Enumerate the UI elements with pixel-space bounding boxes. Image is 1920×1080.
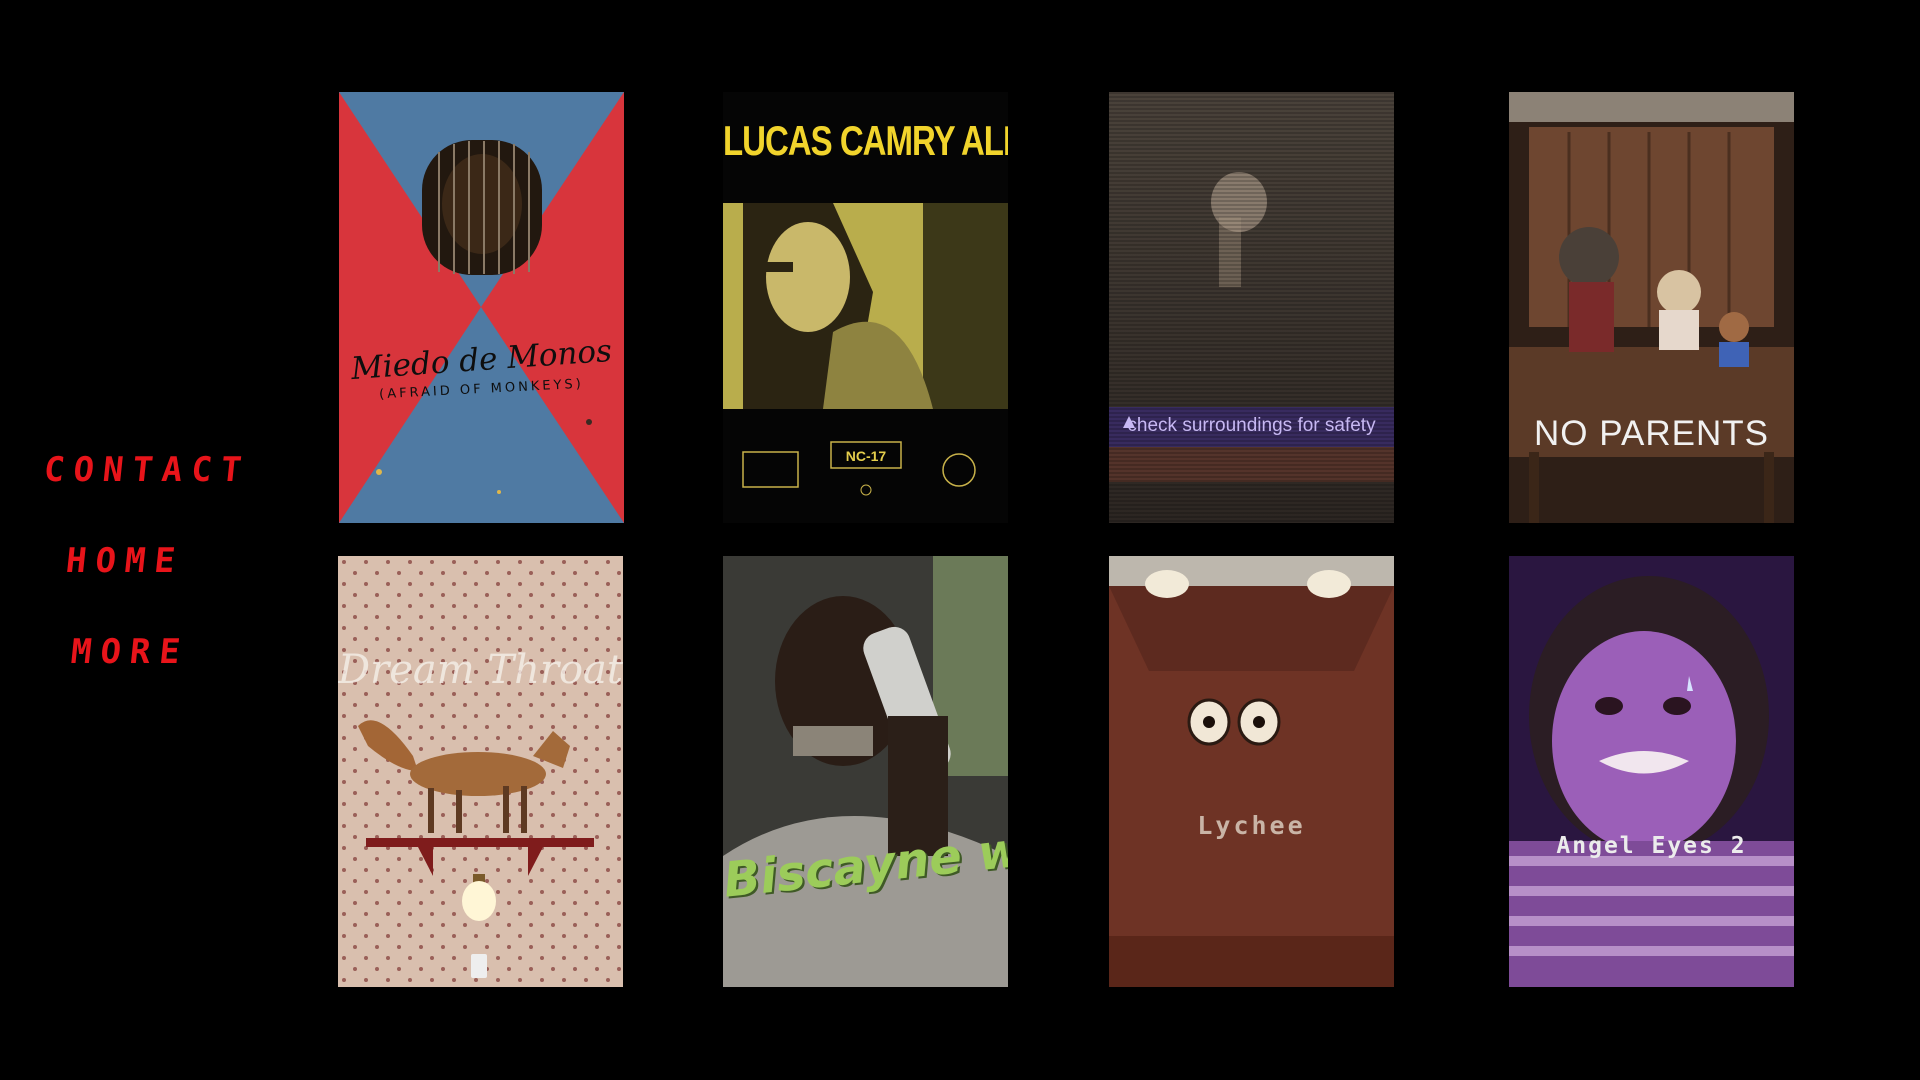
poster-art (338, 556, 623, 987)
poster-title: Angel Eyes 2 (1556, 833, 1747, 859)
rating-badge: NC-17 (846, 448, 887, 464)
poster-title: Lychee (1197, 811, 1306, 840)
nav-contact-link[interactable]: CONTACT (42, 450, 253, 490)
poster-biscayne-world[interactable]: Biscayne world! (723, 556, 1008, 987)
poster-title: Dream Throat (338, 647, 623, 693)
poster-art (1509, 556, 1794, 987)
poster-miedo-de-monos[interactable]: Miedo de Monos (AFRAID OF MONKEYS) (339, 92, 624, 523)
poster-art (1509, 92, 1794, 523)
poster-title: LUCAS CAMRY ALEX (723, 117, 1008, 164)
poster-title: NO PARENTS (1534, 414, 1769, 453)
poster-caption: check surroundings for safety (1127, 415, 1376, 436)
poster-lychee[interactable]: Lychee (1109, 556, 1394, 987)
nav-home-link[interactable]: HOME (64, 541, 186, 581)
nav-more-link[interactable]: MORE (69, 632, 191, 672)
poster-art (1109, 556, 1394, 987)
poster-art (339, 92, 624, 523)
side-nav: CONTACT HOME MORE (0, 0, 330, 1080)
poster-angel-eyes-2[interactable]: Angel Eyes 2 (1509, 556, 1794, 987)
poster-check-surroundings[interactable]: check surroundings for safety (1109, 92, 1394, 523)
poster-art (1109, 92, 1394, 523)
poster-lucas-camry-alex[interactable]: NC-17 LUCAS CAMRY ALEX (723, 92, 1008, 523)
poster-no-parents[interactable]: NO PARENTS (1509, 92, 1794, 523)
poster-art (723, 556, 1008, 987)
poster-dream-throat[interactable]: Dream Throat (338, 556, 623, 987)
